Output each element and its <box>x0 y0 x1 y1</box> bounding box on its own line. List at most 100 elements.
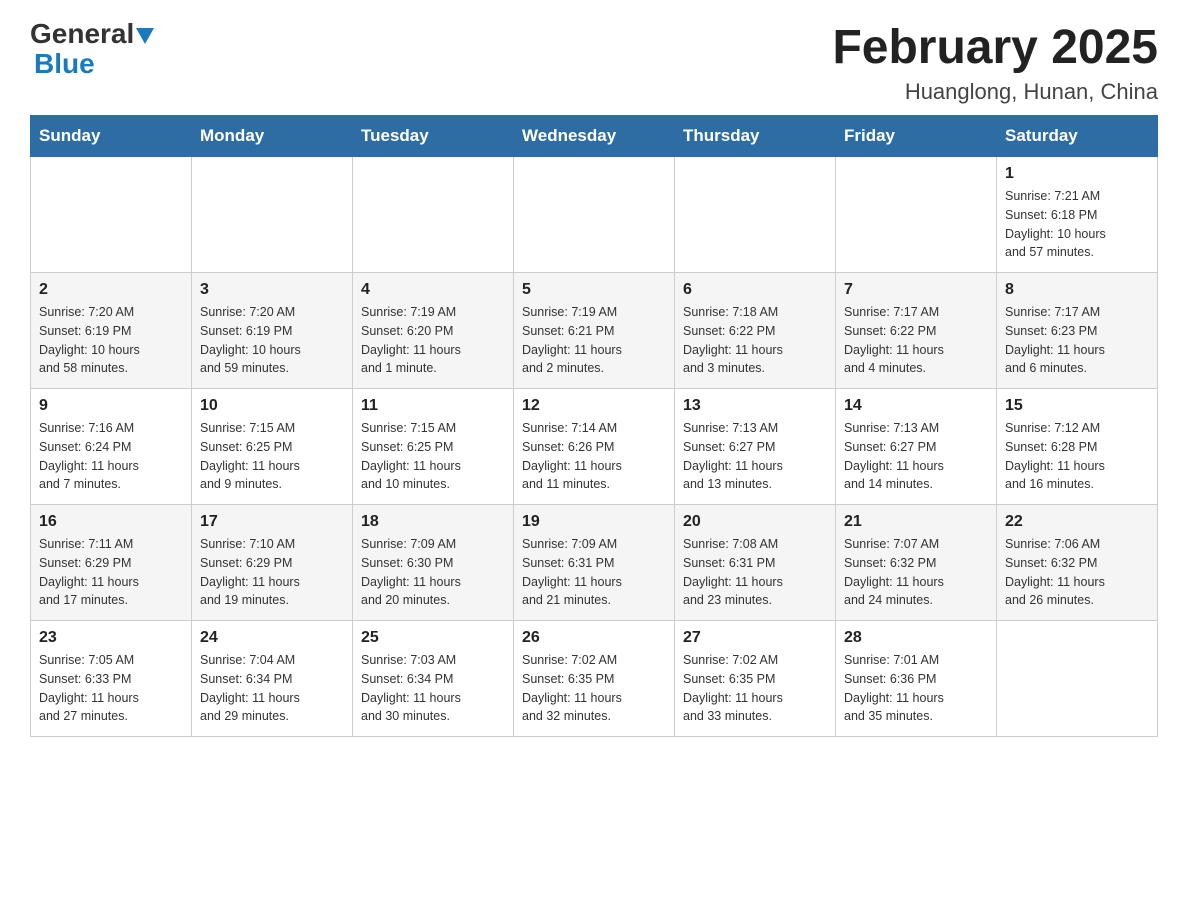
calendar-week-row: 23 Sunrise: 7:05 AM Sunset: 6:33 PM Dayli… <box>31 621 1158 737</box>
day-number: 23 <box>39 629 183 647</box>
day-number: 20 <box>683 513 827 531</box>
table-row: 15 Sunrise: 7:12 AM Sunset: 6:28 PM Dayli… <box>997 389 1158 505</box>
table-row: 20 Sunrise: 7:08 AM Sunset: 6:31 PM Dayli… <box>675 505 836 621</box>
day-info: Sunrise: 7:11 AM Sunset: 6:29 PM Dayligh… <box>39 535 183 610</box>
day-info: Sunrise: 7:19 AM Sunset: 6:20 PM Dayligh… <box>361 303 505 378</box>
logo-blue-text: Blue <box>30 50 95 78</box>
calendar-table: Sunday Monday Tuesday Wednesday Thursday… <box>30 115 1158 737</box>
day-info: Sunrise: 7:13 AM Sunset: 6:27 PM Dayligh… <box>844 419 988 494</box>
day-info: Sunrise: 7:10 AM Sunset: 6:29 PM Dayligh… <box>200 535 344 610</box>
day-number: 19 <box>522 513 666 531</box>
col-wednesday: Wednesday <box>514 116 675 157</box>
logo: General Blue <box>30 20 154 78</box>
table-row: 16 Sunrise: 7:11 AM Sunset: 6:29 PM Dayli… <box>31 505 192 621</box>
table-row: 8 Sunrise: 7:17 AM Sunset: 6:23 PM Daylig… <box>997 273 1158 389</box>
day-number: 28 <box>844 629 988 647</box>
table-row: 2 Sunrise: 7:20 AM Sunset: 6:19 PM Daylig… <box>31 273 192 389</box>
table-row <box>836 157 997 273</box>
day-number: 7 <box>844 281 988 299</box>
table-row: 24 Sunrise: 7:04 AM Sunset: 6:34 PM Dayli… <box>192 621 353 737</box>
day-number: 15 <box>1005 397 1149 415</box>
day-number: 8 <box>1005 281 1149 299</box>
day-info: Sunrise: 7:06 AM Sunset: 6:32 PM Dayligh… <box>1005 535 1149 610</box>
table-row: 22Sunrise: 7:06 AM Sunset: 6:32 PM Dayli… <box>997 505 1158 621</box>
table-row: 21 Sunrise: 7:07 AM Sunset: 6:32 PM Dayli… <box>836 505 997 621</box>
table-row: 25 Sunrise: 7:03 AM Sunset: 6:34 PM Dayli… <box>353 621 514 737</box>
calendar-week-row: 2 Sunrise: 7:20 AM Sunset: 6:19 PM Daylig… <box>31 273 1158 389</box>
table-row: 10Sunrise: 7:15 AM Sunset: 6:25 PM Dayli… <box>192 389 353 505</box>
day-info: Sunrise: 7:02 AM Sunset: 6:35 PM Dayligh… <box>683 651 827 726</box>
month-title: February 2025 <box>832 20 1158 75</box>
day-info: Sunrise: 7:15 AM Sunset: 6:25 PM Dayligh… <box>200 419 344 494</box>
table-row <box>514 157 675 273</box>
logo-general-text: General <box>30 20 154 48</box>
day-number: 12 <box>522 397 666 415</box>
table-row: 13 Sunrise: 7:13 AM Sunset: 6:27 PM Dayli… <box>675 389 836 505</box>
table-row: 18 Sunrise: 7:09 AM Sunset: 6:30 PM Dayli… <box>353 505 514 621</box>
page-header: General Blue February 2025 Huanglong, Hu… <box>30 20 1158 105</box>
day-number: 2 <box>39 281 183 299</box>
day-info: Sunrise: 7:09 AM Sunset: 6:31 PM Dayligh… <box>522 535 666 610</box>
day-info: Sunrise: 7:17 AM Sunset: 6:23 PM Dayligh… <box>1005 303 1149 378</box>
day-number: 6 <box>683 281 827 299</box>
table-row: 26Sunrise: 7:02 AM Sunset: 6:35 PM Dayli… <box>514 621 675 737</box>
col-friday: Friday <box>836 116 997 157</box>
table-row: 14 Sunrise: 7:13 AM Sunset: 6:27 PM Dayli… <box>836 389 997 505</box>
table-row: 7 Sunrise: 7:17 AM Sunset: 6:22 PM Daylig… <box>836 273 997 389</box>
table-row: 5 Sunrise: 7:19 AM Sunset: 6:21 PM Daylig… <box>514 273 675 389</box>
day-info: Sunrise: 7:07 AM Sunset: 6:32 PM Dayligh… <box>844 535 988 610</box>
day-number: 3 <box>200 281 344 299</box>
col-tuesday: Tuesday <box>353 116 514 157</box>
day-number: 25 <box>361 629 505 647</box>
table-row: 1 Sunrise: 7:21 AM Sunset: 6:18 PM Daylig… <box>997 157 1158 273</box>
table-row: 12 Sunrise: 7:14 AM Sunset: 6:26 PM Dayli… <box>514 389 675 505</box>
table-row: 19 Sunrise: 7:09 AM Sunset: 6:31 PM Dayli… <box>514 505 675 621</box>
day-info: Sunrise: 7:18 AM Sunset: 6:22 PM Dayligh… <box>683 303 827 378</box>
table-row <box>192 157 353 273</box>
day-number: 14 <box>844 397 988 415</box>
day-info: Sunrise: 7:20 AM Sunset: 6:19 PM Dayligh… <box>39 303 183 378</box>
day-info: Sunrise: 7:19 AM Sunset: 6:21 PM Dayligh… <box>522 303 666 378</box>
day-info: Sunrise: 7:12 AM Sunset: 6:28 PM Dayligh… <box>1005 419 1149 494</box>
day-info: Sunrise: 7:17 AM Sunset: 6:22 PM Dayligh… <box>844 303 988 378</box>
day-number: 24 <box>200 629 344 647</box>
title-block: February 2025 Huanglong, Hunan, China <box>832 20 1158 105</box>
day-info: Sunrise: 7:01 AM Sunset: 6:36 PM Dayligh… <box>844 651 988 726</box>
day-info: Sunrise: 7:09 AM Sunset: 6:30 PM Dayligh… <box>361 535 505 610</box>
calendar-week-row: 9 Sunrise: 7:16 AM Sunset: 6:24 PM Daylig… <box>31 389 1158 505</box>
table-row: 17 Sunrise: 7:10 AM Sunset: 6:29 PM Dayli… <box>192 505 353 621</box>
col-monday: Monday <box>192 116 353 157</box>
day-number: 9 <box>39 397 183 415</box>
table-row <box>353 157 514 273</box>
col-sunday: Sunday <box>31 116 192 157</box>
day-info: Sunrise: 7:03 AM Sunset: 6:34 PM Dayligh… <box>361 651 505 726</box>
col-saturday: Saturday <box>997 116 1158 157</box>
table-row: 11Sunrise: 7:15 AM Sunset: 6:25 PM Dayli… <box>353 389 514 505</box>
day-info: Sunrise: 7:04 AM Sunset: 6:34 PM Dayligh… <box>200 651 344 726</box>
day-number: 16 <box>39 513 183 531</box>
day-number: 1 <box>1005 165 1149 183</box>
day-number: 18 <box>361 513 505 531</box>
day-number: 27 <box>683 629 827 647</box>
day-info: Sunrise: 7:16 AM Sunset: 6:24 PM Dayligh… <box>39 419 183 494</box>
day-info: Sunrise: 7:05 AM Sunset: 6:33 PM Dayligh… <box>39 651 183 726</box>
day-info: Sunrise: 7:14 AM Sunset: 6:26 PM Dayligh… <box>522 419 666 494</box>
table-row <box>675 157 836 273</box>
table-row <box>31 157 192 273</box>
day-info: Sunrise: 7:08 AM Sunset: 6:31 PM Dayligh… <box>683 535 827 610</box>
table-row <box>997 621 1158 737</box>
table-row: 27 Sunrise: 7:02 AM Sunset: 6:35 PM Dayli… <box>675 621 836 737</box>
day-number: 5 <box>522 281 666 299</box>
table-row: 4Sunrise: 7:19 AM Sunset: 6:20 PM Daylig… <box>353 273 514 389</box>
table-row: 3Sunrise: 7:20 AM Sunset: 6:19 PM Daylig… <box>192 273 353 389</box>
day-info: Sunrise: 7:13 AM Sunset: 6:27 PM Dayligh… <box>683 419 827 494</box>
day-info: Sunrise: 7:15 AM Sunset: 6:25 PM Dayligh… <box>361 419 505 494</box>
day-number: 21 <box>844 513 988 531</box>
calendar-header-row: Sunday Monday Tuesday Wednesday Thursday… <box>31 116 1158 157</box>
col-thursday: Thursday <box>675 116 836 157</box>
table-row: 6 Sunrise: 7:18 AM Sunset: 6:22 PM Daylig… <box>675 273 836 389</box>
day-number: 13 <box>683 397 827 415</box>
location: Huanglong, Hunan, China <box>832 79 1158 105</box>
day-number: 17 <box>200 513 344 531</box>
day-info: Sunrise: 7:21 AM Sunset: 6:18 PM Dayligh… <box>1005 187 1149 262</box>
